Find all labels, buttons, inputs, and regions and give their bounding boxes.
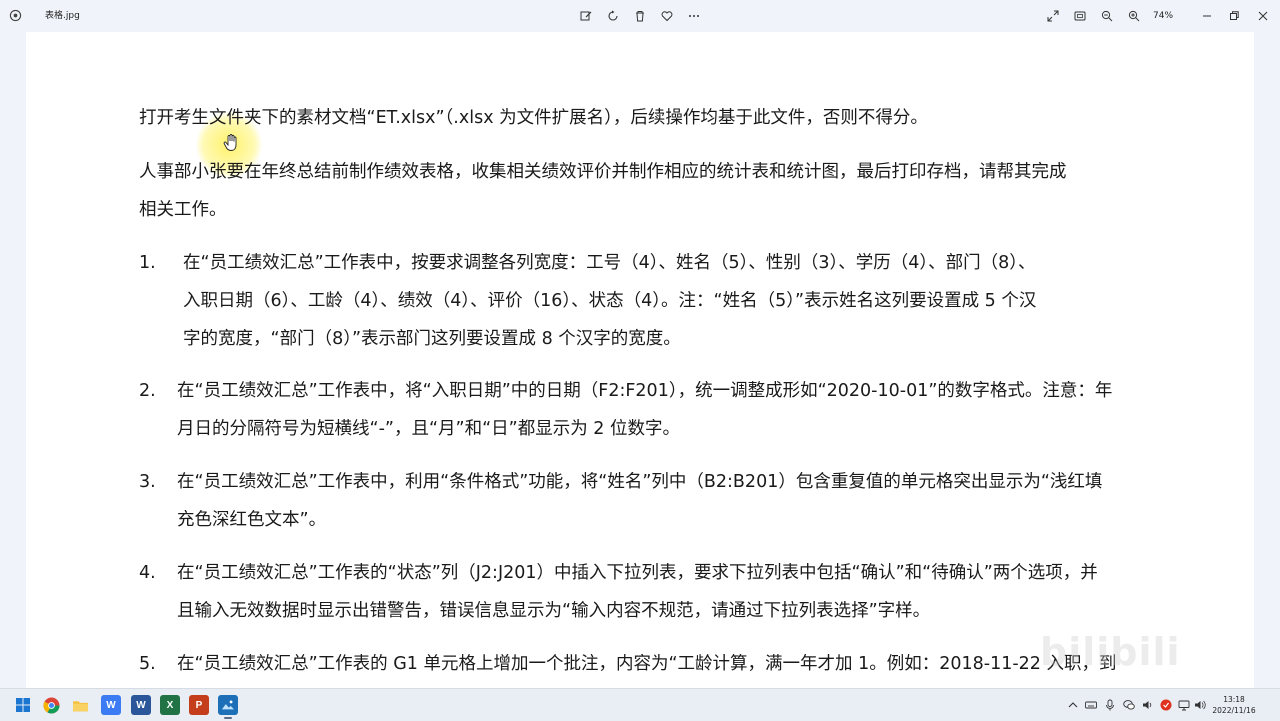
- network-icon[interactable]: [1177, 698, 1191, 712]
- excel-icon[interactable]: X: [160, 695, 180, 715]
- microphone-icon[interactable]: [1103, 698, 1117, 712]
- taskbar: W W X P 13:18 2022/11/16: [0, 688, 1280, 721]
- window-title: 表格.jpg: [45, 11, 80, 21]
- hand-cursor-icon: [223, 134, 237, 151]
- intro-paragraph: 打开考生文件夹下的素材文档“ET.xlsx”（.xlsx 为文件扩展名），后续操…: [139, 108, 928, 128]
- description-line-1: 人事部小张要在年终总结前制作绩效表格，收集相关绩效评价并制作相应的统计表和统计图…: [139, 162, 1067, 182]
- zoom-out-icon[interactable]: [1099, 8, 1115, 24]
- photos-icon[interactable]: [218, 695, 238, 715]
- list-item-line: 在“员工绩效汇总”工作表中，利用“条件格式”功能，将“姓名”列中（B2:B201…: [177, 472, 1103, 492]
- volume-icon[interactable]: [1141, 698, 1155, 712]
- more-icon[interactable]: [686, 8, 702, 24]
- fit-icon[interactable]: [1072, 8, 1088, 24]
- powerpoint-icon[interactable]: P: [189, 695, 209, 715]
- chrome-icon[interactable]: [41, 695, 61, 715]
- speaker-icon[interactable]: [1193, 698, 1207, 712]
- list-item-line: 字的宽度，“部门（8）”表示部门这列要设置成 8 个汉字的宽度。: [183, 329, 681, 349]
- wechat-icon[interactable]: [1122, 698, 1136, 712]
- image-viewport[interactable]: 打开考生文件夹下的素材文档“ET.xlsx”（.xlsx 为文件扩展名），后续操…: [0, 32, 1280, 688]
- excel-label: X: [166, 699, 174, 711]
- active-app-indicator: [224, 717, 232, 719]
- keyboard-icon[interactable]: [1084, 698, 1098, 712]
- wps-writer-label: W: [106, 699, 116, 711]
- expand-icon[interactable]: [1045, 8, 1061, 24]
- zoom-level[interactable]: 74%: [1153, 9, 1173, 23]
- description-line-2: 相关工作。: [139, 200, 227, 220]
- clock-time: 13:18: [1223, 695, 1245, 704]
- watermark-logo: bilibili: [1040, 630, 1181, 674]
- list-item-line: 在“员工绩效汇总”工作表中，将“入职日期”中的日期（F2:F201），统一调整成…: [177, 381, 1113, 401]
- rotate-icon[interactable]: [605, 8, 621, 24]
- maximize-icon[interactable]: [1226, 8, 1242, 24]
- list-number: 1.: [139, 253, 156, 273]
- list-item-line: 在“员工绩效汇总”工作表的“状态”列（J2:J201）中插入下拉列表，要求下拉列…: [177, 563, 1098, 583]
- list-item-line: 入职日期（6）、工龄（4）、绩效（4）、评价（16）、状态（4）。注：“姓名（5…: [183, 291, 1037, 311]
- list-number: 2.: [139, 381, 156, 401]
- list-item-line: 且输入无效数据时显示出错警告，错误信息显示为“输入内容不规范，请通过下拉列表选择…: [177, 601, 931, 621]
- word-label: W: [136, 699, 146, 711]
- antivirus-icon[interactable]: [1159, 698, 1173, 712]
- close-icon[interactable]: [1255, 8, 1271, 24]
- list-number: 5.: [139, 654, 156, 674]
- delete-icon[interactable]: [632, 8, 648, 24]
- zoom-in-icon[interactable]: [1126, 8, 1142, 24]
- word-icon[interactable]: W: [131, 695, 151, 715]
- wps-writer-icon[interactable]: W: [101, 695, 121, 715]
- document-page: 打开考生文件夹下的素材文档“ET.xlsx”（.xlsx 为文件扩展名），后续操…: [26, 32, 1254, 688]
- heart-icon[interactable]: [659, 8, 675, 24]
- file-explorer-icon[interactable]: [70, 695, 90, 715]
- title-bar: 表格.jpg 74%: [0, 0, 1280, 32]
- chevron-up-icon[interactable]: [1066, 698, 1080, 712]
- system-clock[interactable]: 13:18 2022/11/16: [1208, 694, 1260, 716]
- powerpoint-label: P: [195, 699, 203, 711]
- list-number: 3.: [139, 472, 156, 492]
- minimize-icon[interactable]: [1199, 8, 1215, 24]
- list-item-line: 月日的分隔符号为短横线“-”，且“月”和“日”都显示为 2 位数字。: [177, 419, 680, 439]
- edit-icon[interactable]: [578, 8, 594, 24]
- list-item-line: 在“员工绩效汇总”工作表中，按要求调整各列宽度：工号（4）、姓名（5）、性别（3…: [183, 253, 1036, 273]
- start-icon[interactable]: [13, 695, 33, 715]
- photos-app-icon: [9, 9, 22, 22]
- list-item-line: 充色深红色文本”。: [177, 510, 327, 530]
- list-item-line: 在“员工绩效汇总”工作表的 G1 单元格上增加一个批注，内容为“工龄计算，满一年…: [177, 654, 1117, 674]
- clock-date: 2022/11/16: [1212, 706, 1256, 715]
- list-number: 4.: [139, 563, 156, 583]
